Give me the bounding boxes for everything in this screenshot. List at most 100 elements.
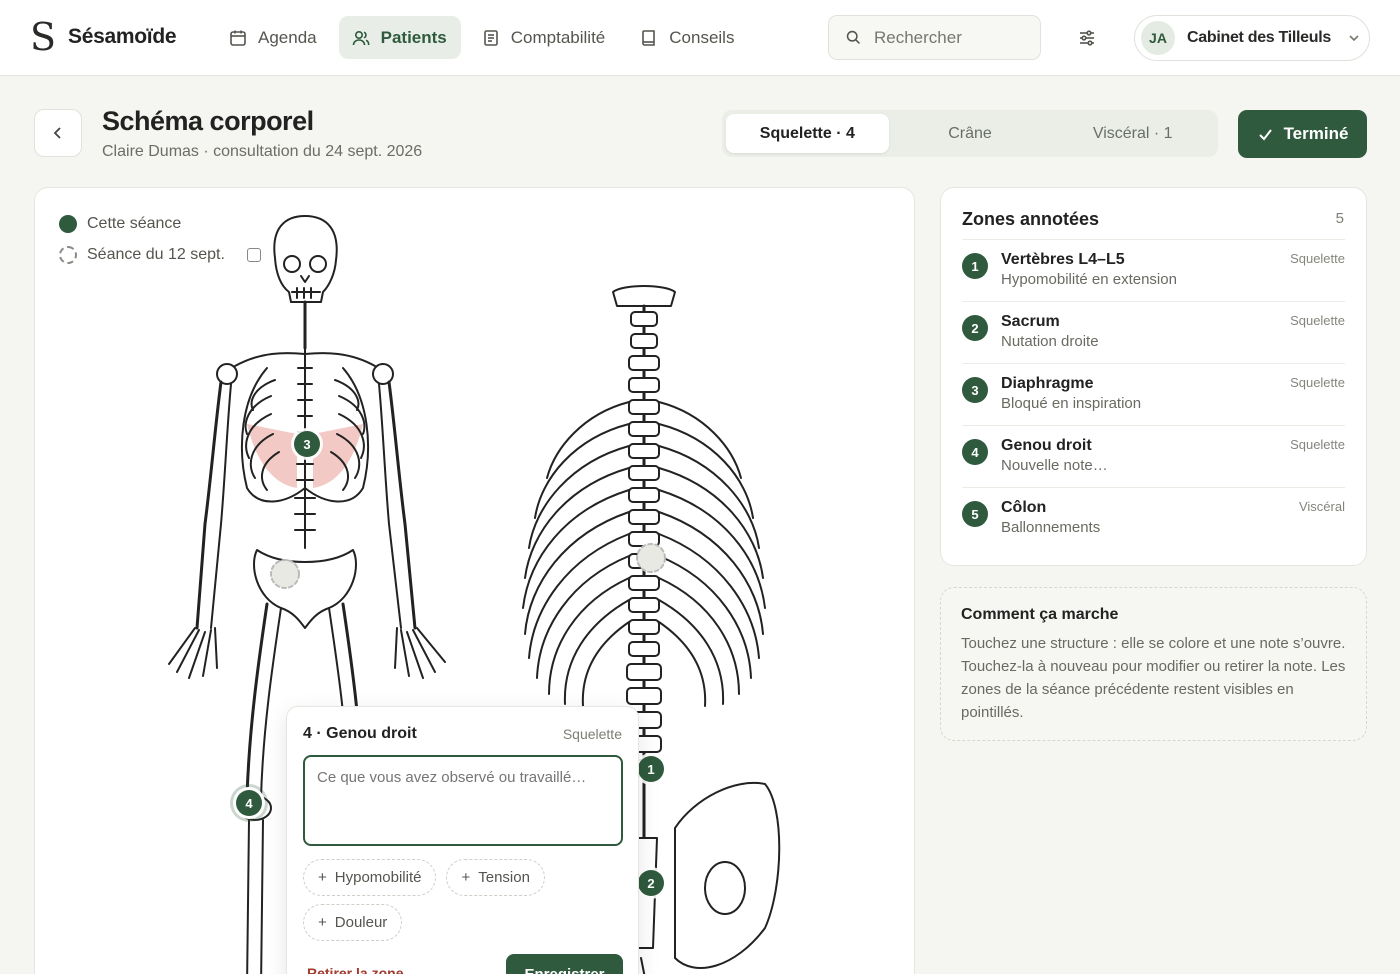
annotated-zones-panel: Zones annotées 5 1 Vertèbres L4–L5 Hypom… [940,187,1367,566]
zone-text: Vertèbres L4–L5 Hypomobilité en extensio… [1001,250,1177,290]
zone-desc: Nouvelle note… [1001,457,1108,474]
zone-desc: Ballonnements [1001,519,1101,536]
book-icon [642,29,656,46]
tab-visceral[interactable]: Viscéral · 1 [1051,114,1214,153]
zones-count: 5 [1335,210,1344,227]
zones-title: Zones annotées [962,209,1100,229]
zone-name: Diaphragme [1001,375,1094,392]
note-chips: + Hypomobilité + Tension + Douleur [303,859,633,941]
save-note-button[interactable]: Enregistrer [506,954,623,974]
check-icon [1258,128,1272,141]
zone-item[interactable]: 4 Genou droit Nouvelle note… Squelette [962,425,1345,487]
zone-category: Squelette [1290,251,1345,266]
marker-4[interactable]: 4 [236,790,262,816]
tab-squelette[interactable]: Squelette · 4 [726,114,889,153]
legend: Cette séance Séance du 12 sept. [59,208,261,270]
users-icon [352,30,370,45]
zone-number: 2 [962,315,988,341]
howto-title: Comment ça marche [961,606,1119,623]
note-popup: 4 · Genou droit Squelette + Hypomobilité… [286,706,639,974]
zone-text: Genou droit Nouvelle note… [1001,436,1108,476]
legend-current-label: Cette séance [87,214,182,232]
main-nav: Agenda Patients Comptabilité Conseils [216,16,748,59]
legend-previous-label: Séance du 12 sept. [87,245,225,263]
tab-crane[interactable]: Crâne [889,114,1052,153]
plus-icon: + [318,869,327,886]
marker-1[interactable]: 1 [638,756,664,782]
page-title: Schéma corporel [102,106,314,136]
zone-number: 3 [962,377,988,403]
zone-item[interactable]: 5 Côlon Ballonnements Viscéral [962,487,1345,549]
zone-number: 4 [962,439,988,465]
dashed-dot-icon [59,245,77,264]
avatar: JA [1141,21,1175,55]
zone-text: Sacrum Nutation droite [1001,312,1099,352]
nav-conseils-label: Conseils [669,27,735,47]
nav-agenda-label: Agenda [258,27,317,47]
zone-item[interactable]: 3 Diaphragme Bloqué en inspiration Squel… [962,363,1345,425]
nav-comptabilite[interactable]: Comptabilité [469,16,620,59]
legend-current: Cette séance [59,208,261,239]
chip-tension[interactable]: + Tension [446,859,545,896]
chip-label: Tension [478,869,530,886]
zone-name: Genou droit [1001,437,1092,454]
note-title: 4 · Genou droit [303,725,417,742]
done-label: Terminé [1283,124,1349,143]
zone-number: 1 [962,253,988,279]
logo-mark: S [30,15,57,59]
sliders-icon [1080,30,1094,46]
chevron-down-icon [1349,35,1359,42]
chip-label: Douleur [334,914,388,931]
zone-name: Côlon [1001,499,1047,516]
nav-conseils[interactable]: Conseils [627,16,748,59]
zone-item[interactable]: 1 Vertèbres L4–L5 Hypomobilité en extens… [962,239,1345,301]
back-button[interactable] [34,109,82,157]
nav-agenda[interactable]: Agenda [216,16,331,59]
plus-icon: + [318,914,327,931]
zone-text: Côlon Ballonnements [1001,498,1100,538]
calendar-icon [230,30,246,46]
search-placeholder: Rechercher [874,27,962,47]
zone-desc: Bloqué en inspiration [1001,395,1142,412]
remove-zone-link[interactable]: Retirer la zone [307,965,403,974]
chevron-left-icon [53,127,61,139]
chip-label: Hypomobilité [334,869,422,886]
view-tabs: Squelette · 4 Crâne Viscéral · 1 [722,110,1218,157]
chip-hypomobilite[interactable]: + Hypomobilité [303,859,437,896]
zone-name: Vertèbres L4–L5 [1001,251,1125,268]
account-switcher[interactable]: JA Cabinet des Tilleuls [1134,15,1370,61]
zone-item[interactable]: 2 Sacrum Nutation droite Squelette [962,301,1345,363]
search-field[interactable]: Rechercher [828,15,1041,60]
previous-session-checkbox[interactable] [246,247,261,262]
chip-douleur[interactable]: + Douleur [303,904,403,941]
marker-3[interactable]: 3 [294,431,320,457]
app-name: Sésamoïde [68,25,177,48]
legend-previous[interactable]: Séance du 12 sept. [59,239,261,270]
zone-name: Sacrum [1001,313,1060,330]
receipt-icon [483,29,498,46]
howto-body: Touchez une structure : elle se colore e… [961,635,1346,721]
zone-desc: Nutation droite [1001,333,1099,350]
account-name: Cabinet des Tilleuls [1187,29,1331,46]
marker-2[interactable]: 2 [638,870,664,896]
done-button[interactable]: Terminé [1238,110,1367,158]
zone-list: 1 Vertèbres L4–L5 Hypomobilité en extens… [962,239,1345,549]
zone-category: Squelette [1290,375,1345,390]
filter-button[interactable] [1070,22,1104,54]
nav-comptabilite-label: Comptabilité [510,27,606,47]
zone-text: Diaphragme Bloqué en inspiration [1001,374,1141,414]
nav-patients-label: Patients [380,27,447,47]
note-textarea[interactable] [303,755,623,846]
app-logo[interactable]: S Sésamoïde [30,15,177,59]
zone-number: 5 [962,501,988,527]
zone-category: Squelette [1290,313,1345,328]
note-category: Squelette [562,726,622,742]
howto-card: Comment ça marche Touchez une structure … [940,587,1367,741]
page-subtitle: Claire Dumas · consultation du 24 sept. … [102,143,423,160]
zone-category: Viscéral [1298,499,1345,514]
nav-patients[interactable]: Patients [338,16,461,59]
search-icon [846,30,860,44]
zone-desc: Hypomobilité en extension [1001,271,1177,288]
zone-category: Squelette [1290,437,1345,452]
plus-icon: + [461,869,471,886]
